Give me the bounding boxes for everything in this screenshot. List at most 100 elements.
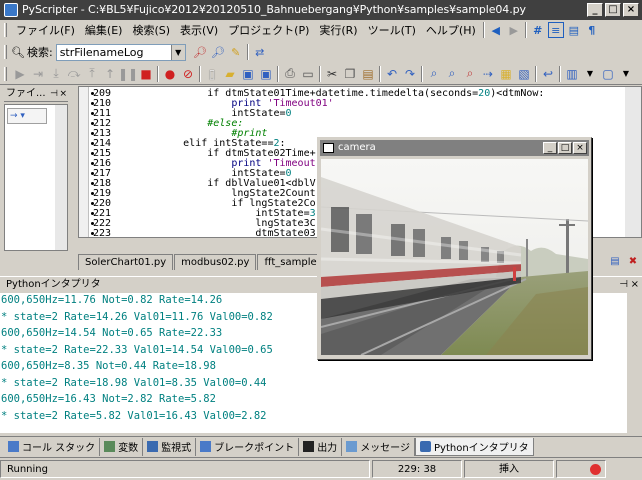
camera-feed-image <box>321 159 588 355</box>
save-icon[interactable]: ▣ <box>239 65 257 83</box>
tab-list-icon[interactable]: ▤ <box>606 252 624 270</box>
status-bar: Running 229: 38 挿入 <box>0 457 642 480</box>
interpreter-close-icon[interactable]: × <box>631 277 639 292</box>
variables-icon <box>104 441 116 452</box>
hash-icon[interactable]: # <box>530 22 546 38</box>
camera-title: camera <box>338 142 376 153</box>
tab-modbus[interactable]: modbus02.py <box>174 254 257 270</box>
folder-nav[interactable]: → ▾ <box>7 108 47 124</box>
messages-icon <box>346 441 358 452</box>
paste-icon[interactable]: ▤ <box>359 65 377 83</box>
forward-arrow-icon[interactable]: ▶ <box>506 22 522 38</box>
find-in-files-icon[interactable]: ⌕ <box>443 65 461 83</box>
tab-messages[interactable]: メッセージ <box>342 437 415 456</box>
code-icon[interactable]: ▧ <box>515 65 533 83</box>
pause-icon[interactable]: ❚❚ <box>118 65 138 83</box>
run-icon[interactable]: ▶ <box>11 65 29 83</box>
menu-search[interactable]: 検索(S) <box>127 22 175 38</box>
interpreter-line: * state=2 Rate=22.33 Val01=14.54 Val00=0… <box>1 343 273 356</box>
back-arrow-icon[interactable]: ◀ <box>488 22 504 38</box>
step-over-icon[interactable]: ⤼ <box>65 65 83 83</box>
camera-minimize-button[interactable]: _ <box>543 142 557 154</box>
menu-bar: ファイル(F) 編集(E) 検索(S) 表示(V) プロジェクト(P) 実行(R… <box>0 20 642 40</box>
camera-title-bar[interactable]: camera _ □ × <box>320 140 589 156</box>
paragraph-icon[interactable]: ¶ <box>584 22 600 38</box>
dropdown-icon[interactable]: ▼ <box>170 44 185 60</box>
find-icon[interactable]: ⌕ <box>425 65 443 83</box>
find-prev-icon[interactable]: 🔎︎ <box>210 44 226 60</box>
menu-help[interactable]: ヘルプ(H) <box>421 22 481 38</box>
menu-tools[interactable]: ツール(T) <box>363 22 421 38</box>
replace-toolbar-icon[interactable]: ⌕ <box>461 65 479 83</box>
search-input[interactable]: strFilenameLog ▼ <box>55 43 186 61</box>
line-number: 223 <box>93 228 112 238</box>
print-preview-icon[interactable]: ▭ <box>299 65 317 83</box>
step-out-icon[interactable]: ⤒ <box>83 65 101 83</box>
bookmark-icon[interactable]: ▦ <box>497 65 515 83</box>
replace-icon[interactable]: ⇄ <box>252 44 268 60</box>
status-position: 229: 38 <box>372 460 462 478</box>
output-icon <box>303 441 315 452</box>
interpreter-line: * state=2 Rate=14.26 Val01=11.76 Val00=0… <box>1 310 273 323</box>
interpreter-line: 600,650Hz=14.54 Not=0.65 Rate=22.33 <box>1 327 223 339</box>
panel-close-icon[interactable]: × <box>59 86 67 102</box>
camera-maximize-button[interactable]: □ <box>558 142 572 154</box>
minimize-button[interactable]: _ <box>587 3 603 17</box>
close-button[interactable]: × <box>623 3 639 17</box>
tab-solerchart[interactable]: SolerChart01.py <box>78 254 174 270</box>
open-folder-icon[interactable]: ▰ <box>221 65 239 83</box>
step-icon[interactable]: ⇥ <box>29 65 47 83</box>
highlight-icon[interactable]: ✎ <box>228 44 244 60</box>
new-file-icon[interactable]: ▯ <box>203 65 221 83</box>
cut-icon[interactable]: ✂ <box>323 65 341 83</box>
interpreter-line: 600,650Hz=11.76 Not=0.82 Rate=14.26 <box>1 294 223 306</box>
clear-breakpoints-icon[interactable]: ⊘ <box>179 65 197 83</box>
bottom-tab-bar: コール スタック 変数 監視式 ブレークポイント 出力 メッセージ Python… <box>0 436 642 456</box>
interpreter-scrollbar[interactable] <box>626 293 642 433</box>
layout-dropdown-icon[interactable]: ▼ <box>581 65 599 83</box>
find-next-icon[interactable]: 🔎︎ <box>192 44 208 60</box>
breakpoint-icon[interactable]: ● <box>161 65 179 83</box>
file-panel-title: ファイ... <box>6 88 46 99</box>
undo-icon[interactable]: ↶ <box>383 65 401 83</box>
code-text: dtmState03 <box>135 228 316 238</box>
toolbar: ▶ ⇥ ⤓ ⤼ ⤒ ↑ ❚❚ ■ ● ⊘ ▯ ▰ ▣ ▣ ⎙ ▭ ✂ ❐ ▤ ↶… <box>0 63 642 85</box>
tab-call-stack[interactable]: コール スタック <box>4 437 101 456</box>
save-all-icon[interactable]: ▣ <box>257 65 275 83</box>
panel-scrollbar[interactable] <box>55 105 67 250</box>
tab-python-interpreter[interactable]: Pythonインタプリタ <box>415 437 534 456</box>
tab-output[interactable]: 出力 <box>299 437 343 456</box>
status-indicator <box>556 460 606 478</box>
window-dropdown-icon[interactable]: ▼ <box>617 65 635 83</box>
tab-watches[interactable]: 監視式 <box>143 437 197 456</box>
pin-icon[interactable]: ⊣ <box>50 86 58 102</box>
step-into-icon[interactable]: ⤓ <box>47 65 65 83</box>
camera-window[interactable]: camera _ □ × <box>317 137 592 360</box>
print-icon[interactable]: ⎙ <box>281 65 299 83</box>
editor-scrollbar[interactable] <box>625 87 641 237</box>
interpreter-pin-icon[interactable]: ⊣ <box>619 277 628 292</box>
redo-icon[interactable]: ↷ <box>401 65 419 83</box>
tab-variables[interactable]: 変数 <box>100 437 144 456</box>
page-icon[interactable]: ▤ <box>566 22 582 38</box>
copy-icon[interactable]: ❐ <box>341 65 359 83</box>
watches-icon <box>147 441 159 452</box>
menu-project[interactable]: プロジェクト(P) <box>223 22 314 38</box>
list-icon[interactable]: ≡ <box>547 22 564 38</box>
maximize-button[interactable]: □ <box>605 3 621 17</box>
stop-icon[interactable]: ■ <box>137 65 155 83</box>
help-icon[interactable]: ↩ <box>539 65 557 83</box>
menu-edit[interactable]: 編集(E) <box>80 22 128 38</box>
interpreter-line: * state=2 Rate=18.98 Val01=8.35 Val00=0.… <box>1 376 267 389</box>
goto-line-icon[interactable]: ⇢ <box>479 65 497 83</box>
tab-close-icon[interactable]: ✖ <box>624 252 642 270</box>
menu-view[interactable]: 表示(V) <box>175 22 223 38</box>
interpreter-title: Pythonインタプリタ <box>6 279 101 290</box>
window-icon[interactable]: ▢ <box>599 65 617 83</box>
menu-file[interactable]: ファイル(F) <box>11 22 80 38</box>
layout-icon[interactable]: ▥ <box>563 65 581 83</box>
tab-breakpoints[interactable]: ブレークポイント <box>196 437 300 456</box>
camera-close-button[interactable]: × <box>573 142 587 154</box>
up-icon[interactable]: ↑ <box>101 65 119 83</box>
menu-run[interactable]: 実行(R) <box>314 22 362 38</box>
